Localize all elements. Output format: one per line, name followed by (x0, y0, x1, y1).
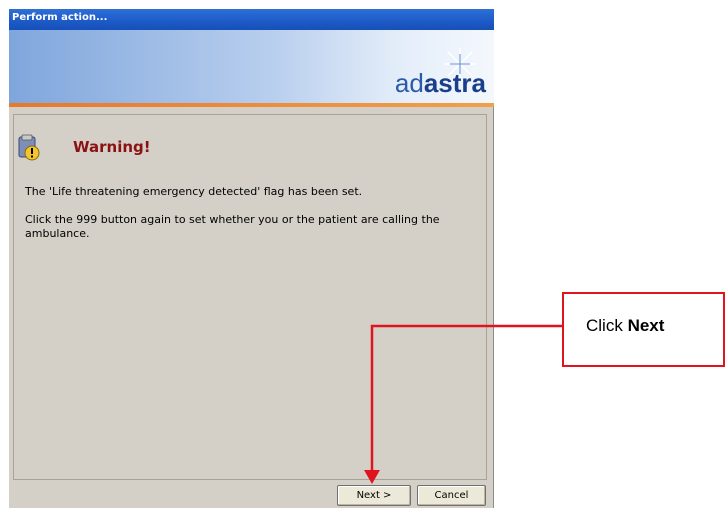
callout-prefix: Click (586, 316, 628, 335)
perform-action-dialog: Perform action... adastra (9, 9, 494, 508)
next-button[interactable]: Next > (337, 485, 411, 506)
banner-accent-stripe (9, 103, 494, 107)
warning-message-line2: Click the 999 button again to set whethe… (25, 213, 440, 240)
logo-prefix: ad (394, 68, 424, 98)
window-title: Perform action... (9, 9, 494, 30)
warning-message-line1: The 'Life threatening emergency detected… (25, 185, 363, 198)
adastra-logo: adastra (346, 48, 486, 98)
content-panel (13, 114, 487, 480)
warning-icon (18, 134, 40, 161)
cancel-button[interactable]: Cancel (417, 485, 486, 506)
logo-suffix: astra (423, 68, 486, 98)
warning-heading: Warning! (73, 138, 151, 156)
instruction-callout: Click Next (562, 292, 725, 367)
header-banner: adastra (9, 30, 494, 103)
callout-bold: Next (627, 316, 665, 335)
next-button-label: Next > (356, 490, 392, 501)
